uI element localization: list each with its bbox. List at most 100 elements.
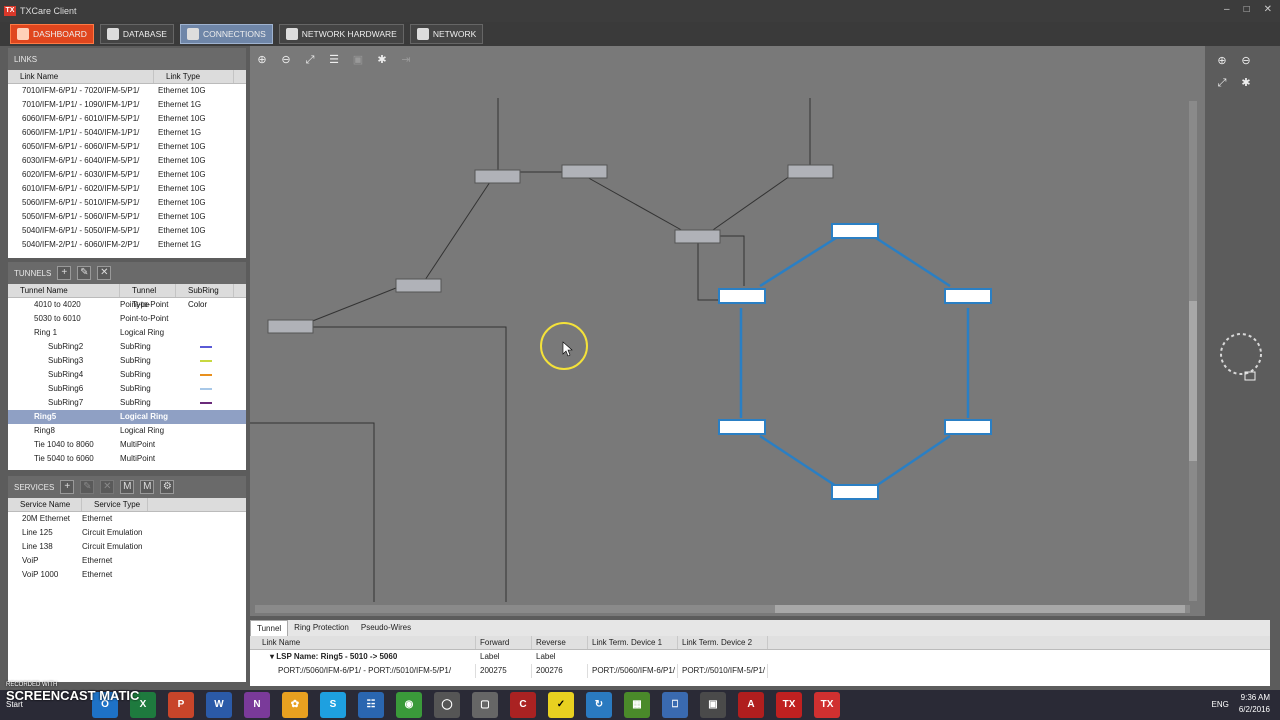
cube-app-icon[interactable]: ▢ [472,692,498,718]
table-row[interactable]: 6060/IFM-1/P1/ - 5040/IFM-1/P1/Ethernet … [8,126,246,140]
txcare-icon[interactable]: TX [776,692,802,718]
col-term-device-2[interactable]: Link Term. Device 2 [678,636,768,649]
table-row[interactable]: VoiP 1000 Ethernet [8,568,246,582]
table-row[interactable]: SubRing7 SubRing [8,396,246,410]
delete-service-icon[interactable]: ✕ [100,480,115,494]
screen-tool-icon[interactable]: ▣ [700,692,726,718]
table-row[interactable]: 4010 to 4020 Point-to-Point [8,298,246,312]
table-row[interactable]: 6030/IFM-6/P1/ - 6040/IFM-5/P1/Ethernet … [8,154,246,168]
canvas-horizontal-scrollbar[interactable] [255,605,1190,613]
links-columns: Link Name Link Type [8,70,246,84]
table-row[interactable]: Tie 5040 to 6060 MultiPoint [8,452,246,466]
table-row[interactable]: 5040/IFM-2/P1/ - 6060/IFM-2/P1/Ethernet … [8,238,246,252]
settings-service-icon[interactable]: ⚙ [160,480,175,494]
table-row[interactable]: SubRing4 SubRing [8,368,246,382]
password-manager-icon[interactable]: ◯ [434,692,460,718]
onenote-icon[interactable]: N [244,692,270,718]
services-title: SERVICES [14,482,55,492]
col-subring-color[interactable]: SubRing Color [176,284,234,309]
detail-term-device-1: PORT://5060/IFM-6/P1/ [588,664,678,678]
tab-tunnel[interactable]: Tunnel [250,620,289,636]
tab-pseudo-wires[interactable]: Pseudo-Wires [355,620,417,636]
lsp-group-row[interactable]: ▾ LSP Name: Ring5 - 5010 -> 5060 [250,650,1270,664]
nav-network-button[interactable]: NETWORK [409,24,484,44]
close-icon[interactable]: ✕ [1264,4,1272,15]
table-row[interactable]: SubRing6 SubRing [8,382,246,396]
col-link-name[interactable]: Link Name [8,70,154,83]
table-row[interactable]: SubRing3 SubRing [8,354,246,368]
col-service-type[interactable]: Service Type [82,498,148,511]
col-term-device-1[interactable]: Link Term. Device 1 [588,636,678,649]
table-row[interactable]: Line 138 Circuit Emulation [8,540,246,554]
table-row[interactable]: VoiP Ethernet [8,554,246,568]
table-row[interactable]: Line 125 Circuit Emulation [8,526,246,540]
table-row[interactable]: 5050/IFM-6/P1/ - 5060/IFM-5/P1/Ethernet … [8,210,246,224]
remote-desktop-icon[interactable]: ⎕ [662,692,688,718]
nav-network-hardware-button[interactable]: NETWORK HARDWARE [278,24,404,44]
col-tunnel-name[interactable]: Tunnel Name [8,284,120,297]
maximize-icon[interactable]: □ [1244,4,1250,15]
nav-database-button[interactable]: DATABASE [99,24,174,44]
overview-minimap[interactable] [1215,328,1275,388]
table-row[interactable]: 7010/IFM-6/P1/ - 7020/IFM-5/P1/Ethernet … [8,84,246,98]
table-row[interactable]: 6050/IFM-6/P1/ - 6060/IFM-5/P1/Ethernet … [8,140,246,154]
language-indicator[interactable]: ENG [1212,700,1229,709]
table-row[interactable]: SubRing2 SubRing [8,340,246,354]
table-row[interactable]: 20M Ethernet Ethernet [8,512,246,526]
col-detail-link-name[interactable]: Link Name [250,636,476,649]
chrome-like-icon[interactable]: ◉ [396,692,422,718]
table-row[interactable]: 6020/IFM-6/P1/ - 6030/IFM-5/P1/Ethernet … [8,168,246,182]
acrobat-icon[interactable]: A [738,692,764,718]
word-icon[interactable]: W [206,692,232,718]
table-row[interactable]: Tie 1040 to 8060 MultiPoint [8,438,246,452]
nav-connections-button[interactable]: CONNECTIONS [179,24,273,44]
table-row[interactable]: Ring8 Logical Ring [8,424,246,438]
link-type-cell: Ethernet 10G [158,184,206,193]
overview-fit-icon[interactable]: ⤢ [1215,76,1229,90]
multi-service-icon[interactable]: M [140,480,155,494]
move-service-icon[interactable]: M [120,480,135,494]
edit-tunnel-icon[interactable]: ✎ [77,266,92,280]
tunnel-type-cell: MultiPoint [120,440,156,449]
canvas-vertical-scrollbar[interactable] [1189,101,1197,601]
table-row[interactable]: Ring 1 Logical Ring [8,326,246,340]
clock[interactable]: 9:36 AM 6/2/2016 [1239,692,1270,716]
table-row[interactable]: 5060/IFM-6/P1/ - 5010/IFM-5/P1/Ethernet … [8,196,246,210]
table-row[interactable]: Ring5 Logical Ring [8,410,246,424]
table-row[interactable]: 5040/IFM-6/P1/ - 5050/IFM-5/P1/Ethernet … [8,224,246,238]
col-link-type[interactable]: Link Type [154,70,234,83]
tab-ring-protection[interactable]: Ring Protection [288,620,355,636]
table-row[interactable]: 5030 to 6010 Point-to-Point [8,312,246,326]
add-tunnel-icon[interactable]: + [57,266,72,280]
txcare-active-icon[interactable]: TX [814,692,840,718]
network-canvas[interactable]: ⊕ ⊖ ⤢ ☰ ▣ ✱ ⇥ [250,46,1205,616]
table-row[interactable]: 6010/IFM-6/P1/ - 6020/IFM-5/P1/Ethernet … [8,182,246,196]
subring-color-cell [176,354,234,368]
powerpoint-icon[interactable]: P [168,692,194,718]
edit-service-icon[interactable]: ✎ [80,480,95,494]
minimize-icon[interactable]: – [1224,4,1230,15]
flower-app-icon[interactable]: ✿ [282,692,308,718]
overview-zoom-out-icon[interactable]: ⊖ [1239,54,1253,68]
network-tool-icon[interactable]: ☷ [358,692,384,718]
nav-dashboard-button[interactable]: DASHBOARD [10,24,94,44]
table-row[interactable]: 7010/IFM-1/P1/ - 1090/IFM-1/P1/Ethernet … [8,98,246,112]
tunnel-type-cell: SubRing [120,370,151,379]
col-reverse-label[interactable]: Reverse Label [532,636,588,661]
service-name-cell: VoiP 1000 [22,570,59,579]
norton-icon[interactable]: ✓ [548,692,574,718]
tunnel-name-cell: SubRing7 [48,398,84,407]
cisco-app-icon[interactable]: C [510,692,536,718]
col-service-name[interactable]: Service Name [8,498,82,511]
add-service-icon[interactable]: + [60,480,75,494]
table-row[interactable]: PORT://5060/IFM-6/P1/ - PORT://5010/IFM-… [250,664,1270,678]
col-forward-label[interactable]: Forward Label [476,636,532,661]
skype-icon[interactable]: S [320,692,346,718]
chart-app-icon[interactable]: ▦ [624,692,650,718]
refresh-app-icon[interactable]: ↻ [586,692,612,718]
table-row[interactable]: 6060/IFM-6/P1/ - 6010/IFM-5/P1/Ethernet … [8,112,246,126]
col-tunnel-type[interactable]: Tunnel Type [120,284,176,309]
delete-tunnel-icon[interactable]: ✕ [97,266,112,280]
overview-share-icon[interactable]: ✱ [1239,76,1253,90]
overview-zoom-in-icon[interactable]: ⊕ [1215,54,1229,68]
